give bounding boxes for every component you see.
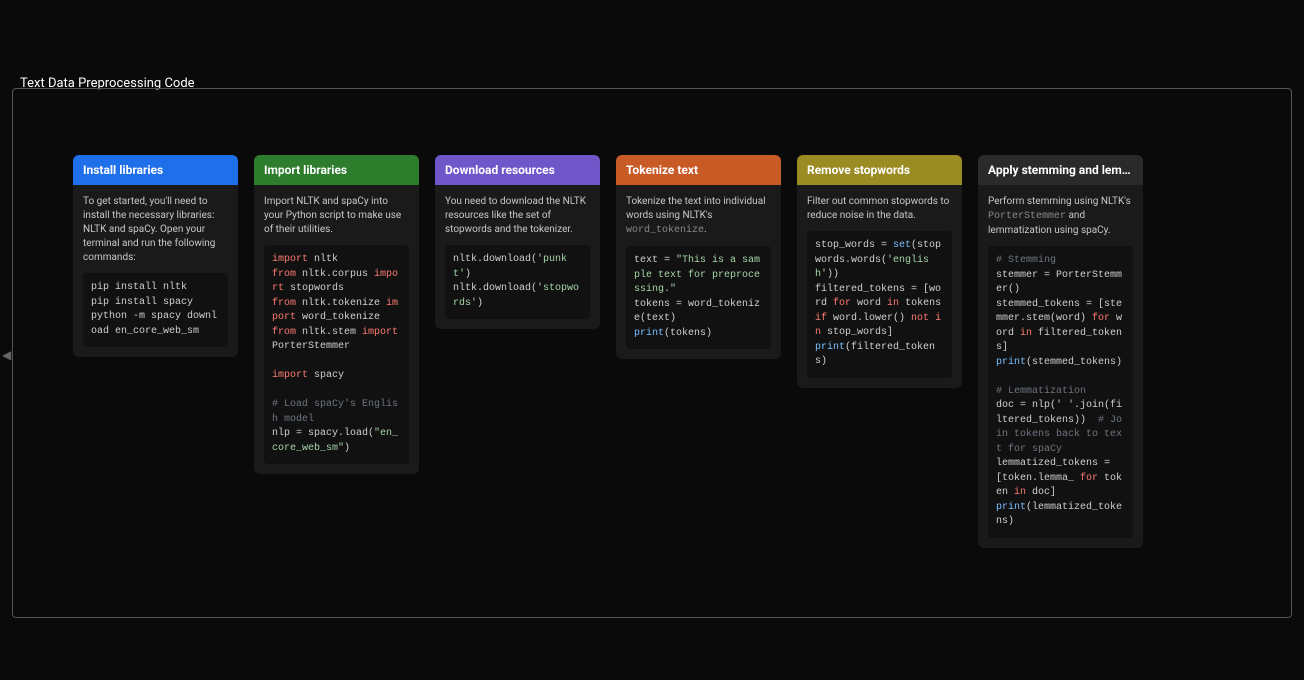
card-header: Apply stemming and lem… — [978, 155, 1143, 185]
card-desc: To get started, you'll need to install t… — [83, 195, 228, 265]
card-header: Remove stopwords — [797, 155, 962, 185]
card-stopwords[interactable]: Remove stopwords Filter out common stopw… — [797, 155, 962, 388]
card-download[interactable]: Download resources You need to download … — [435, 155, 600, 329]
card-desc: Perform stemming using NLTK's PorterStem… — [988, 195, 1133, 238]
card-body: Import NLTK and spaCy into your Python s… — [254, 185, 419, 474]
card-import[interactable]: Import libraries Import NLTK and spaCy i… — [254, 155, 419, 474]
card-header: Import libraries — [254, 155, 419, 185]
code-block: nltk.download('punkt') nltk.download('st… — [445, 245, 590, 319]
carousel-container: Install libraries To get started, you'll… — [12, 88, 1292, 618]
card-header: Install libraries — [73, 155, 238, 185]
card-install[interactable]: Install libraries To get started, you'll… — [73, 155, 238, 357]
card-desc: Filter out common stopwords to reduce no… — [807, 195, 952, 223]
card-body: Filter out common stopwords to reduce no… — [797, 185, 962, 388]
card-header: Tokenize text — [616, 155, 781, 185]
card-row: Install libraries To get started, you'll… — [37, 129, 1267, 548]
code-block: text = "This is a sample text for prepro… — [626, 246, 771, 349]
card-header: Download resources — [435, 155, 600, 185]
code-block: pip install nltk pip install spacy pytho… — [83, 273, 228, 347]
card-stem-lemma[interactable]: Apply stemming and lem… Perform stemming… — [978, 155, 1143, 548]
code-block: stop_words = set(stopwords.words('englis… — [807, 231, 952, 378]
card-desc: You need to download the NLTK resources … — [445, 195, 590, 237]
card-desc: Import NLTK and spaCy into your Python s… — [264, 195, 409, 237]
card-body: To get started, you'll need to install t… — [73, 185, 238, 357]
card-body: You need to download the NLTK resources … — [435, 185, 600, 329]
card-desc: Tokenize the text into individual words … — [626, 195, 771, 238]
code-block: # Stemming stemmer = PorterStemmer() ste… — [988, 246, 1133, 538]
chevron-left-icon[interactable]: ◀ — [2, 348, 11, 362]
card-body: Tokenize the text into individual words … — [616, 185, 781, 359]
card-tokenize[interactable]: Tokenize text Tokenize the text into ind… — [616, 155, 781, 359]
card-body: Perform stemming using NLTK's PorterStem… — [978, 185, 1143, 548]
code-block: import nltk from nltk.corpus import stop… — [264, 245, 409, 464]
